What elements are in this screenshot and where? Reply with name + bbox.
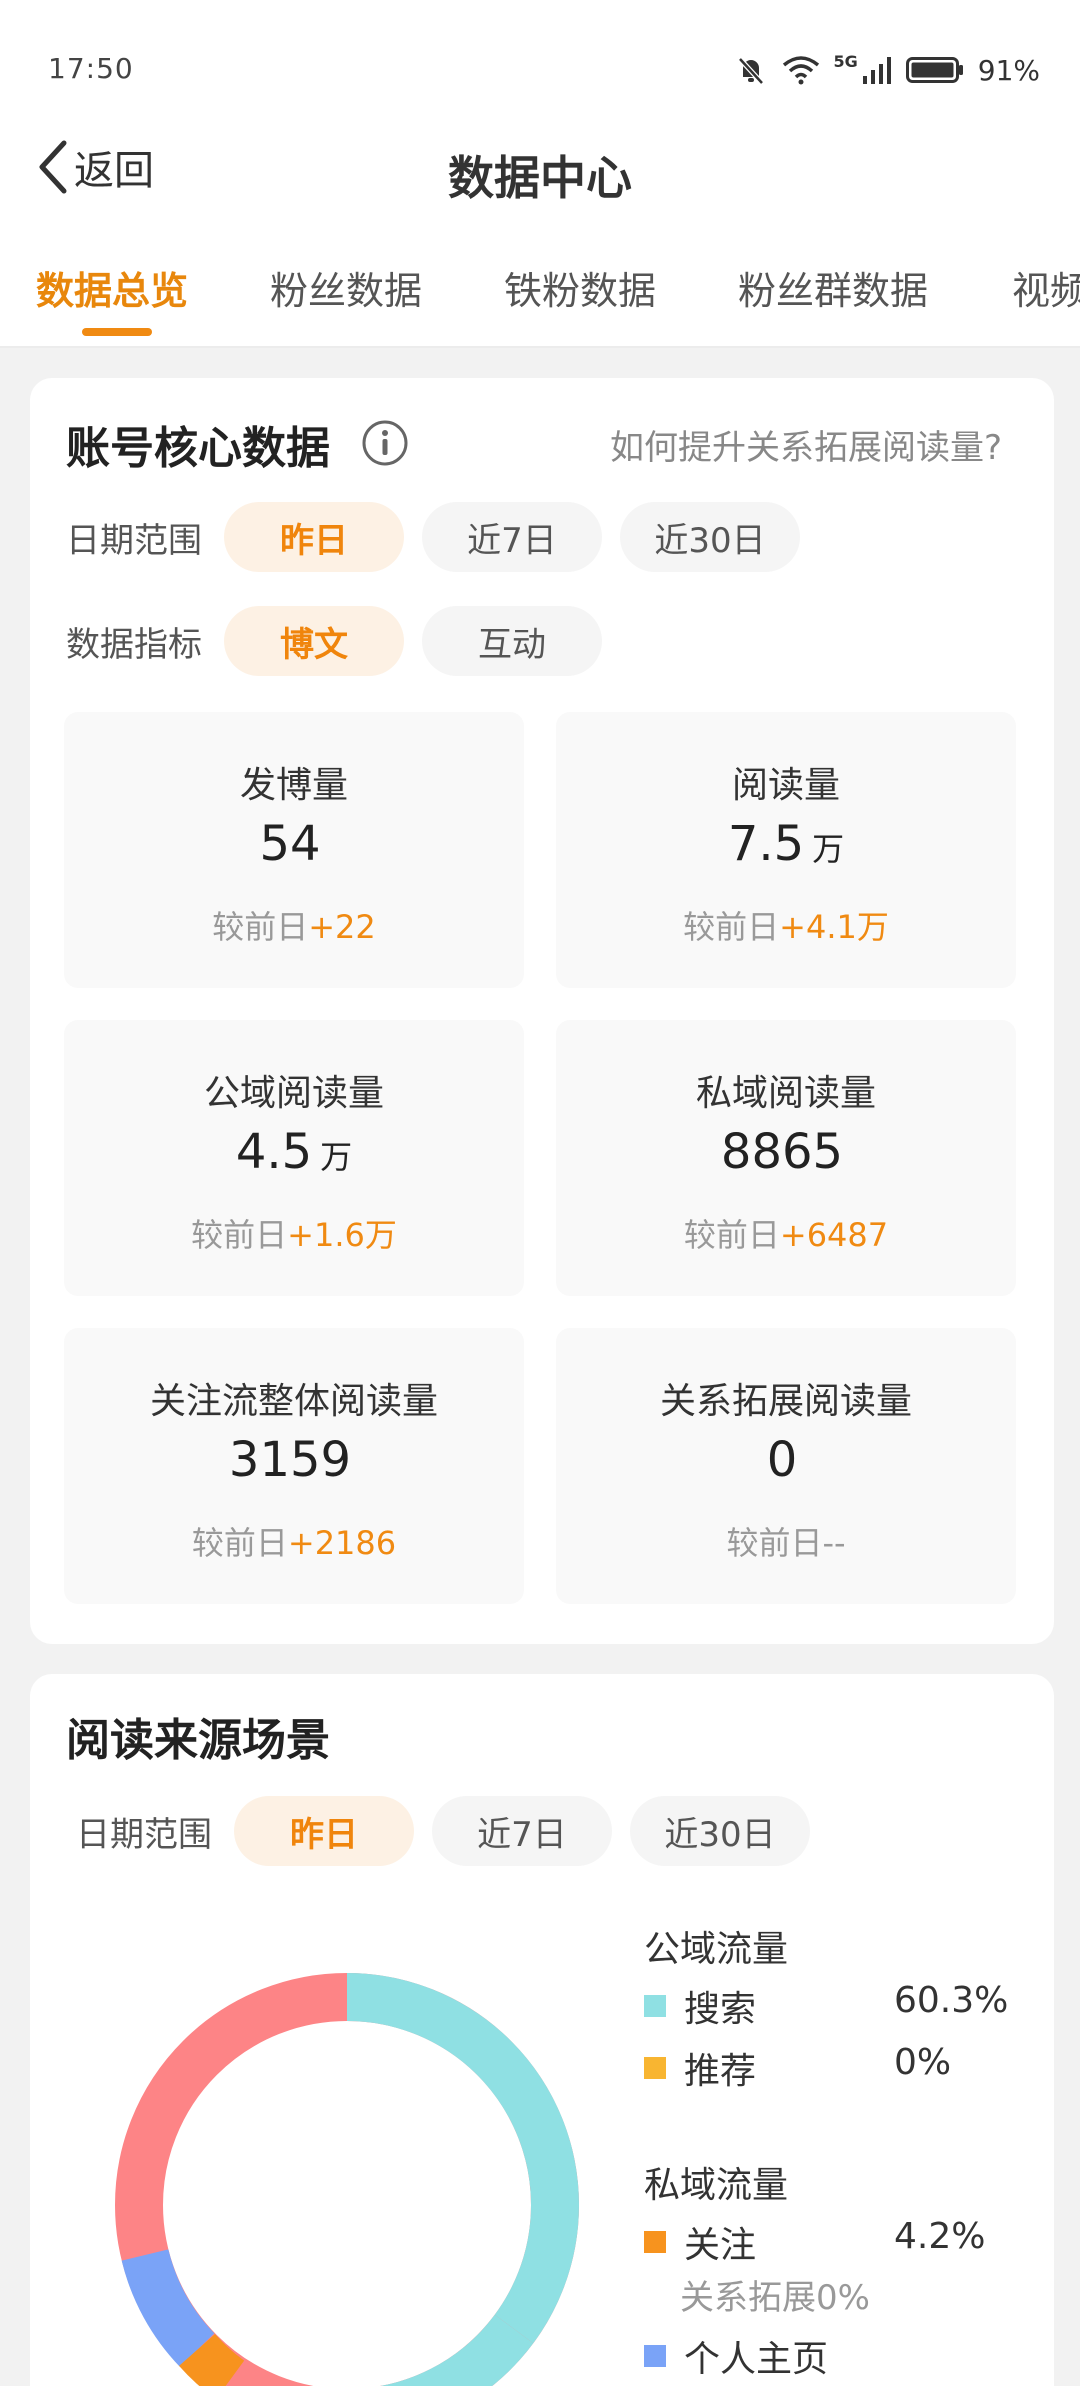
public-traffic-title: 公域流量 [644,1929,789,1970]
legend-item-profile: 个人主页 [644,2330,828,2382]
stat-box-relation-reads[interactable]: 关系拓展阅读量 0 较前日-- [556,1328,1016,1604]
legend-item-follow: 关注 [644,2216,756,2268]
metric-label: 数据指标 [66,624,202,665]
swatch-profile [644,2345,666,2367]
date-option-7d[interactable]: 近7日 [422,502,602,572]
battery-level: 91% [977,53,1040,87]
tab-bar: 数据总览 粉丝数据 铁粉数据 粉丝群数据 视频 [0,250,1080,348]
wifi-icon [782,56,819,85]
tab-iron-fans[interactable]: 铁粉数据 [504,260,656,315]
stat-value: 4.5 万 [235,1124,353,1180]
mute-bell-icon [737,57,764,85]
metric-option-interaction[interactable]: 互动 [422,606,602,676]
stat-value: 54 [259,816,321,872]
legend-label: 搜索 [684,1989,757,2030]
date-option-yesterday[interactable]: 昨日 [224,502,404,572]
stat-label: 关系拓展阅读量 [659,1381,912,1422]
stat-compare: 较前日+2186 [191,1524,397,1562]
signal-icon [862,57,891,84]
stat-box-private-reads[interactable]: 私域阅读量 8865 较前日+6487 [556,1020,1016,1296]
donut-segment-search-lower [379,2314,534,2386]
stat-value: 3159 [228,1432,352,1488]
date-range-label: 日期范围 [66,520,202,561]
stat-label: 阅读量 [731,765,840,806]
legend-label: 推荐 [684,2051,757,2092]
info-icon[interactable] [360,418,410,468]
battery-icon [905,57,963,83]
tab-fans[interactable]: 粉丝数据 [270,260,422,315]
status-icons: 5G 91% [734,50,1040,90]
source-donut-chart [115,1973,579,2386]
nav-bar: 返回 数据中心 [0,120,1080,220]
source-date-range-label: 日期范围 [76,1814,212,1855]
legend-item-search: 搜索 [644,1980,756,2032]
stat-box-public-reads[interactable]: 公域阅读量 4.5 万 较前日+1.6万 [64,1020,524,1296]
source-date-option-yesterday[interactable]: 昨日 [234,1796,414,1866]
tab-fan-groups[interactable]: 粉丝群数据 [738,260,928,315]
swatch-follow [644,2231,666,2253]
stat-compare: 较前日-- [726,1524,846,1562]
source-date-range-row: 日期范围 昨日 近7日 近30日 [76,1796,828,1866]
stat-compare: 较前日+22 [212,908,376,946]
stat-compare: 较前日+6487 [683,1216,889,1254]
network-type: 5G [833,51,858,71]
donut-segment-orange [179,2333,245,2386]
stat-compare: 较前日+4.1万 [683,908,889,946]
metric-row: 数据指标 博文 互动 [66,606,620,676]
donut-segment-blue [121,2248,215,2367]
legend-relation-sub: 关系拓展0% [680,2278,870,2318]
swatch-recommend [644,2057,666,2079]
legend-pct-search: 60.3% [894,1980,1009,2021]
legend-label: 关注 [684,2225,757,2266]
legend-pct-follow: 4.2% [894,2216,986,2257]
stat-label: 发博量 [239,765,348,806]
stat-value: 8865 [720,1124,844,1180]
stat-compare: 较前日+1.6万 [191,1216,397,1254]
stat-label: 私域阅读量 [695,1073,876,1114]
active-tab-indicator [82,328,152,336]
legend-label: 个人主页 [684,2339,829,2380]
source-date-option-7d[interactable]: 近7日 [432,1796,612,1866]
metric-option-posts[interactable]: 博文 [224,606,404,676]
tab-overview[interactable]: 数据总览 [36,260,188,315]
stat-label: 公域阅读量 [203,1073,384,1114]
status-time: 17:50 [48,52,134,85]
stat-box-reads[interactable]: 阅读量 7.5 万 较前日+4.1万 [556,712,1016,988]
source-date-option-30d[interactable]: 近30日 [630,1796,810,1866]
swatch-search [644,1995,666,2017]
stat-box-follow-feed-reads[interactable]: 关注流整体阅读量 3159 较前日+2186 [64,1328,524,1604]
stat-value: 0 [766,1432,798,1488]
tab-video[interactable]: 视频 [1012,260,1080,315]
date-option-30d[interactable]: 近30日 [620,502,800,572]
page-title: 数据中心 [448,151,632,205]
donut-segment-search [346,1973,579,2344]
core-data-card: 账号核心数据 如何提升关系拓展阅读量? 日期范围 昨日 近7日 近30日 数据指… [30,378,1054,1644]
core-data-title: 账号核心数据 [66,423,330,474]
legend-item-recommend: 推荐 [644,2042,756,2094]
read-source-card: 阅读来源场景 日期范围 昨日 近7日 近30日 公域流量 搜索 60.3% 推荐… [30,1674,1054,2386]
stat-box-posts[interactable]: 发博量 54 较前日+22 [64,712,524,988]
private-traffic-title: 私域流量 [644,2165,789,2206]
help-link[interactable]: 如何提升关系拓展阅读量? [610,420,1002,469]
status-bar: 17:50 5G 91% [0,40,1080,100]
legend-pct-recommend: 0% [894,2042,952,2083]
date-range-row: 日期范围 昨日 近7日 近30日 [66,502,818,572]
stat-label: 关注流整体阅读量 [149,1381,438,1422]
read-source-title: 阅读来源场景 [66,1715,330,1766]
stat-value: 7.5 万 [727,816,845,872]
